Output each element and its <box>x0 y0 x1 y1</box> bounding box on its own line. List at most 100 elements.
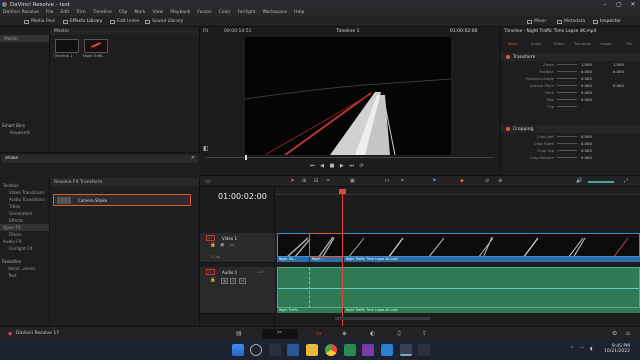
sound-library-button[interactable]: Sound Library <box>145 19 183 24</box>
play-reverse-icon[interactable]: ◀ <box>320 163 324 169</box>
smart-bins-header[interactable]: Smart Bins <box>0 122 49 129</box>
app-icon[interactable] <box>418 344 430 356</box>
menu-item[interactable]: Help <box>294 10 304 15</box>
timeline-ruler[interactable] <box>275 187 640 195</box>
param-slider[interactable] <box>557 157 577 158</box>
inspector-button[interactable]: Inspector <box>593 19 621 24</box>
effects-category[interactable]: Titles <box>0 203 49 210</box>
param-slider[interactable] <box>557 99 577 100</box>
close-icon[interactable]: ✕ <box>626 0 640 9</box>
param-slider[interactable] <box>557 143 577 144</box>
menu-item[interactable]: Timeline <box>93 10 112 15</box>
menu-item[interactable]: Fairlight <box>237 10 255 15</box>
zoom-out-icon[interactable]: ⊖ <box>485 178 489 184</box>
video-preview[interactable] <box>245 37 451 155</box>
param-value-x[interactable]: 0.000 <box>581 134 592 139</box>
windows-start-icon[interactable] <box>232 344 244 356</box>
menu-item[interactable]: Clip <box>119 10 128 15</box>
edit-index-button[interactable]: Edit Index <box>110 19 140 24</box>
effects-category[interactable]: Audio FX <box>0 238 49 245</box>
media-thumbnail[interactable] <box>55 39 79 53</box>
flag-icon[interactable]: ⚑ <box>432 178 436 184</box>
scrubber-handle[interactable] <box>245 155 247 160</box>
media-thumbnail[interactable] <box>84 39 108 53</box>
menu-item[interactable]: Edit <box>60 10 69 15</box>
timeline-scrollbar[interactable] <box>335 317 430 320</box>
fullscreen-icon[interactable]: ⤢ <box>624 178 628 184</box>
menu-item[interactable]: Mark <box>134 10 145 15</box>
param-value-x[interactable]: 0.000 <box>581 83 592 88</box>
vscode-icon[interactable] <box>381 344 393 356</box>
param-value-x[interactable]: 0.000 <box>581 69 592 74</box>
volume-icon[interactable]: 🔊 <box>576 178 582 184</box>
track-id-badge[interactable]: A1 <box>206 269 215 275</box>
mixer-button[interactable]: Mixer <box>527 19 546 24</box>
blade-tool-icon[interactable]: ✂ <box>326 178 330 184</box>
search-icon[interactable] <box>250 344 262 356</box>
trim-tool-icon[interactable]: ⊞ <box>302 178 306 184</box>
loop-icon[interactable]: ⟳ <box>359 163 363 169</box>
zoom-dropdown[interactable]: Fit <box>203 29 208 34</box>
menu-item[interactable]: DaVinci Resolve <box>3 10 39 15</box>
effects-search-input[interactable]: shake <box>5 156 18 161</box>
param-value-x[interactable]: 0.000 <box>581 76 592 81</box>
dynamic-trim-icon[interactable]: ⊟ <box>314 178 318 184</box>
lock-icon[interactable]: 🔒 <box>210 243 216 248</box>
task-view-icon[interactable] <box>269 344 281 356</box>
clip-selection-box[interactable] <box>309 233 343 257</box>
color-page-icon[interactable]: ◐ <box>370 330 375 337</box>
viewer-scrubber[interactable] <box>206 157 494 158</box>
auto-select-icon[interactable]: ▣ <box>221 278 229 284</box>
tab-video[interactable]: Video <box>501 36 524 48</box>
tab-audio[interactable]: Audio <box>524 36 547 48</box>
playhead[interactable] <box>342 191 343 326</box>
last-frame-icon[interactable]: ⏭ <box>349 163 354 169</box>
effects-category[interactable]: Fairlight FX <box>0 245 49 252</box>
speaker-icon[interactable]: ◖ <box>590 346 593 352</box>
tab-image[interactable]: Image <box>594 36 617 48</box>
mute-button[interactable]: M <box>239 278 247 284</box>
effects-category[interactable]: Open FX <box>0 224 49 231</box>
param-value-x[interactable]: 0.000 <box>581 97 592 102</box>
track-enable-icon[interactable]: ▭ <box>230 243 234 248</box>
insert-clip-icon[interactable]: ▣ <box>350 178 355 184</box>
file-explorer-icon[interactable] <box>306 344 318 356</box>
master-bin[interactable]: Master <box>0 35 49 42</box>
param-value-y[interactable]: 0.000 <box>613 83 624 88</box>
tray-chevron-icon[interactable]: ⌃ <box>570 346 574 352</box>
effects-category[interactable]: Toolbox <box>0 182 49 189</box>
home-icon[interactable]: ⌂ <box>626 330 630 337</box>
param-value-y[interactable]: 1.000 <box>613 62 624 67</box>
param-slider[interactable] <box>557 78 577 79</box>
solo-button[interactable]: S <box>230 278 237 284</box>
snapping-icon[interactable]: ⊓ <box>385 178 389 184</box>
play-icon[interactable]: ▶ <box>340 163 344 169</box>
maximize-icon[interactable]: ▢ <box>612 0 626 9</box>
davinci-resolve-taskbar-icon[interactable] <box>400 344 412 356</box>
favorite-item[interactable]: Text <box>0 272 49 279</box>
tab-transition[interactable]: Transition <box>571 36 594 48</box>
viewer-options-icon[interactable]: ◧ <box>203 145 209 152</box>
timeline-selector[interactable]: Timeline 1 <box>336 29 359 34</box>
transform-header[interactable]: Transform <box>501 53 640 61</box>
menu-item[interactable]: Fusion <box>197 10 211 15</box>
tab-effect[interactable]: Effect <box>548 36 571 48</box>
menu-item[interactable]: Workspace <box>262 10 287 15</box>
cropping-header[interactable]: Cropping <box>501 125 640 133</box>
first-frame-icon[interactable]: ⏮ <box>310 163 315 169</box>
menu-item[interactable]: View <box>153 10 164 15</box>
media-pool-button[interactable]: Media Pool <box>24 19 55 24</box>
enable-dot-icon[interactable] <box>506 127 510 131</box>
effects-category[interactable]: Video Transitions <box>0 189 49 196</box>
lock-icon[interactable]: 🔒 <box>210 278 216 283</box>
app-icon[interactable] <box>362 344 374 356</box>
settings-icon[interactable]: ⚙ <box>612 330 617 337</box>
favorite-item[interactable]: Vocal...annel <box>0 265 49 272</box>
menu-item[interactable]: Color <box>219 10 231 15</box>
menu-item[interactable]: Trim <box>76 10 86 15</box>
param-slider[interactable] <box>557 64 577 65</box>
param-slider[interactable] <box>557 136 577 137</box>
deliver-page-icon[interactable]: ⇪ <box>422 330 427 337</box>
fusion-page-icon[interactable]: ◈ <box>342 330 347 337</box>
fairlight-page-icon[interactable]: ♫ <box>396 330 401 337</box>
